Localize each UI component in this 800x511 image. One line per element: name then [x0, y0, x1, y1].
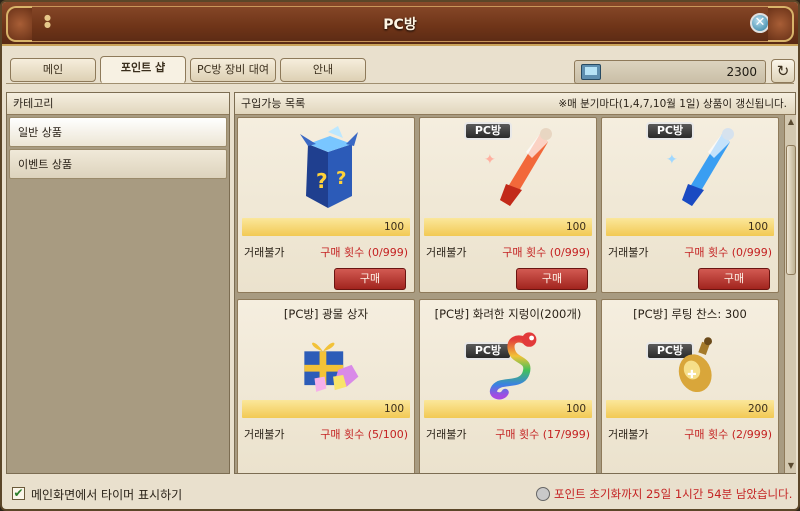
tab-info[interactable]: 안내 [280, 58, 366, 82]
shop-item-card[interactable]: [PC방] 루팅 찬스: 300 PC방 ✚ 200 거래불가 구매 횟수 (2… [601, 299, 779, 473]
worm-icon [489, 332, 537, 400]
price-bar: 100 [242, 400, 410, 418]
trade-status: 거래불가 [608, 246, 649, 259]
item-price: 100 [383, 403, 404, 415]
point-balance: 2300 [574, 60, 766, 84]
item-price: 100 [383, 221, 404, 233]
svg-text:✦: ✦ [666, 152, 678, 168]
item-price: 100 [565, 403, 586, 415]
trade-status: 거래불가 [244, 428, 285, 441]
category-item-general[interactable]: 일반 상품 [9, 117, 227, 147]
reset-timer-text: 포인트 초기화까지 25일 1시간 54분 남았습니다. [554, 487, 793, 501]
trade-status: 거래불가 [608, 428, 649, 441]
purchase-limit: 구매 횟수 (17/999) [495, 428, 590, 441]
purchase-limit: 구매 횟수 (2/999) [684, 428, 772, 441]
category-panel: 카테고리 일반 상품 이벤트 상품 [6, 92, 230, 474]
price-bar: 100 [424, 400, 592, 418]
title-ornament-right [768, 6, 794, 42]
scroll-thumb[interactable] [786, 145, 796, 275]
buy-button[interactable]: 구매 [698, 268, 770, 290]
tab-main[interactable]: 메인 [10, 58, 96, 82]
item-name: [PC방] 광물 상자 [283, 307, 369, 321]
scroll-down-icon[interactable]: ▼ [786, 461, 796, 471]
shop-item-card[interactable]: [PC방] 광물 상자 100 거래불가 구매 횟수 (5/100) [237, 299, 415, 473]
purchase-limit: 구매 횟수 (0/999) [320, 246, 408, 259]
tab-point-shop[interactable]: 포인트 샵 [100, 56, 186, 84]
gift-box-icon [304, 342, 359, 392]
item-name: [PC방] 화려한 지렁이(200개) [434, 307, 582, 321]
trade-status: 거래불가 [244, 246, 285, 259]
shop-header-label: 구입가능 목록 [241, 97, 306, 110]
shop-header: 구입가능 목록 ※매 분기마다(1,4,7,10월 1일) 상품이 갱신됩니다. [235, 93, 795, 115]
buy-button[interactable]: 구매 [334, 268, 406, 290]
mystery-box-icon: ? ? [300, 126, 358, 208]
purchase-limit: 구매 횟수 (0/999) [502, 246, 590, 259]
scroll-up-icon[interactable]: ▲ [786, 117, 796, 127]
window-title: PC방 [383, 17, 417, 33]
shop-item-card[interactable]: ? ? 100 거래불가 구매 횟수 (0/999) 구매 [237, 117, 415, 293]
price-bar: 100 [424, 218, 592, 236]
svg-text:✦: ✦ [484, 152, 496, 168]
shop-item-card[interactable]: PC방 ✦ 100 거래불가 구매 횟수 (0/999) 구매 [601, 117, 779, 293]
item-name: [PC방] 루팅 찬스: 300 [633, 307, 747, 321]
svg-text:?: ? [316, 169, 328, 193]
item-price: 200 [747, 403, 768, 415]
timer-display-checkbox[interactable]: ✔ [12, 487, 25, 500]
category-header: 카테고리 [7, 93, 229, 115]
category-item-event[interactable]: 이벤트 상품 [9, 149, 227, 179]
red-potion-icon: ✦ [484, 128, 552, 206]
item-list-scrollbar[interactable]: ▲ ▼ [784, 115, 796, 473]
timer-display-label[interactable]: 메인화면에서 타이머 표시하기 [31, 486, 182, 503]
buy-button[interactable]: 구매 [516, 268, 588, 290]
title-bar[interactable]: ● ● PC방 ✕ [2, 2, 798, 46]
price-bar: 100 [242, 218, 410, 236]
purchase-limit: 구매 횟수 (0/999) [684, 246, 772, 259]
refresh-button[interactable]: ↻ [771, 59, 795, 83]
shop-item-card[interactable]: [PC방] 화려한 지렁이(200개) PC방 100 거래불가 구매 횟수 (… [419, 299, 597, 473]
purchase-limit: 구매 횟수 (5/100) [320, 428, 408, 441]
trade-status: 거래불가 [426, 428, 467, 441]
price-bar: 200 [606, 400, 774, 418]
shop-panel: 구입가능 목록 ※매 분기마다(1,4,7,10월 1일) 상품이 갱신됩니다.… [234, 92, 796, 474]
pc-bang-window: ● ● PC방 ✕ 메인 포인트 샵 PC방 장비 대여 안내 2300 ↻ 카테… [0, 0, 800, 511]
svg-text:?: ? [336, 168, 346, 189]
clock-icon [536, 487, 550, 501]
refresh-notice: ※매 분기마다(1,4,7,10월 1일) 상품이 갱신됩니다. [558, 98, 787, 110]
footer: ✔ 메인화면에서 타이머 표시하기 포인트 초기화까지 25일 1시간 54분 … [2, 478, 798, 509]
item-price: 100 [565, 221, 586, 233]
price-bar: 100 [606, 218, 774, 236]
close-icon: ✕ [754, 15, 766, 30]
trade-status: 거래불가 [426, 246, 467, 259]
item-grid: ? ? 100 거래불가 구매 횟수 (0/999) 구매 PC방 ✦ 100 … [235, 116, 783, 473]
blue-potion-icon: ✦ [666, 128, 734, 206]
shop-item-card[interactable]: PC방 ✦ 100 거래불가 구매 횟수 (0/999) 구매 [419, 117, 597, 293]
golden-bottle-icon: ✚ [678, 337, 712, 393]
point-value: 2300 [726, 65, 757, 79]
pc-icon [581, 64, 601, 80]
refresh-icon: ↻ [776, 62, 790, 80]
close-button[interactable]: ✕ [750, 13, 770, 33]
checkmark-icon: ✔ [13, 486, 24, 500]
svg-text:✚: ✚ [687, 368, 696, 381]
tab-equipment-rental[interactable]: PC방 장비 대여 [190, 58, 276, 82]
item-price: 100 [747, 221, 768, 233]
